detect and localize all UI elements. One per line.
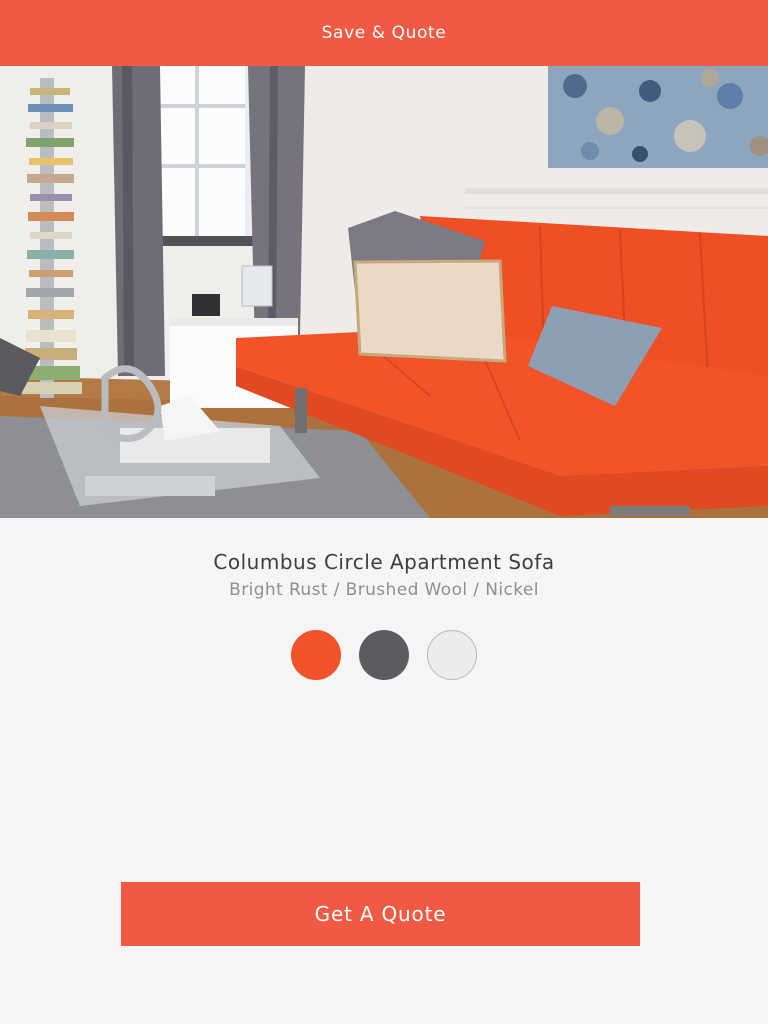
product-hero-image	[0, 66, 768, 518]
product-name: Columbus Circle Apartment Sofa	[213, 550, 555, 574]
swatch-bright-rust[interactable]	[291, 630, 341, 680]
swatch-nickel[interactable]	[427, 630, 477, 680]
top-bar[interactable]: Save & Quote	[0, 0, 768, 66]
get-quote-button[interactable]: Get A Quote	[121, 882, 640, 946]
save-quote-title[interactable]: Save & Quote	[322, 23, 447, 43]
color-swatch-group	[0, 630, 768, 680]
get-quote-label: Get A Quote	[314, 902, 447, 926]
swatch-brushed-wool[interactable]	[359, 630, 409, 680]
product-variant: Bright Rust / Brushed Wool / Nickel	[229, 580, 539, 600]
